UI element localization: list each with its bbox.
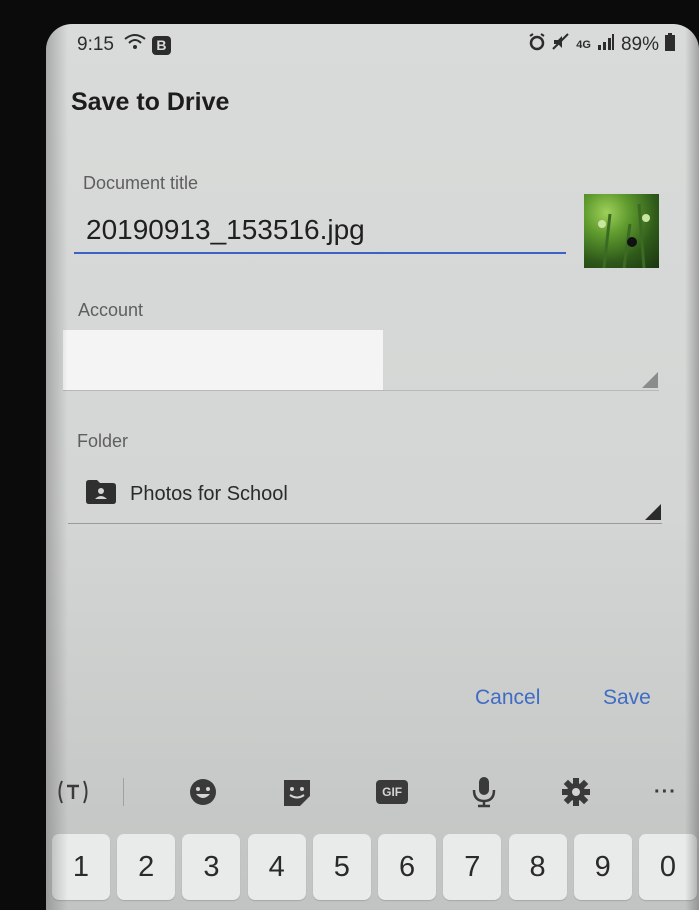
b-badge-icon: B (151, 35, 171, 55)
alarm-icon (528, 33, 546, 57)
mute-icon (552, 33, 570, 57)
image-thumbnail (584, 194, 659, 269)
key-3[interactable]: 3 (182, 834, 241, 900)
battery-percent: 89% (620, 34, 659, 55)
signal-icon (597, 34, 615, 56)
gif-label: GIF (376, 780, 409, 804)
dialog-title: Save to Drive (71, 88, 230, 116)
battery-icon (665, 33, 675, 57)
translate-icon[interactable] (56, 777, 90, 807)
account-dropdown[interactable] (63, 330, 383, 390)
account-dropdown-arrow-icon[interactable] (642, 372, 658, 388)
key-8[interactable]: 8 (508, 834, 567, 900)
sticker-icon[interactable] (281, 777, 313, 807)
toolbar-divider (123, 778, 125, 806)
more-options-icon[interactable]: ··· (654, 781, 677, 804)
folder-dropdown-arrow-icon[interactable] (645, 504, 661, 520)
key-2[interactable]: 2 (117, 834, 176, 900)
key-0[interactable]: 0 (638, 834, 697, 900)
key-9[interactable]: 9 (573, 834, 632, 900)
key-1[interactable]: 1 (52, 834, 110, 900)
settings-gear-icon[interactable] (561, 777, 591, 807)
status-right: 4G 89% (528, 33, 675, 57)
folder-label: Folder (77, 431, 129, 451)
folder-underline (68, 523, 662, 524)
microphone-icon[interactable] (471, 776, 497, 808)
key-5[interactable]: 5 (312, 834, 371, 900)
account-label: Account (78, 300, 144, 320)
account-underline (63, 390, 659, 391)
network-type: 4G (576, 39, 591, 51)
document-title-label: Document title (83, 173, 199, 193)
wifi-icon (124, 33, 146, 57)
shared-folder-icon (86, 480, 116, 509)
keyboard-toolbar: GIF ··· (46, 759, 699, 825)
emoji-icon[interactable] (188, 777, 218, 807)
status-bar: 9:15 B 4G 89% (77, 32, 675, 58)
document-title-input[interactable] (74, 208, 566, 254)
cancel-button[interactable]: Cancel (475, 686, 540, 710)
gif-icon[interactable]: GIF (376, 780, 409, 804)
save-button[interactable]: Save (603, 686, 651, 710)
folder-dropdown[interactable]: Photos for School (86, 480, 288, 509)
key-4[interactable]: 4 (247, 834, 306, 900)
keyboard-number-row: 1 2 3 4 5 6 7 8 9 0 (52, 834, 697, 904)
status-time: 9:15 (77, 34, 114, 55)
phone-screen: 9:15 B 4G 89% Save to Drive Document tit… (46, 24, 699, 910)
key-6[interactable]: 6 (378, 834, 437, 900)
key-7[interactable]: 7 (443, 834, 502, 900)
folder-value: Photos for School (130, 483, 288, 505)
